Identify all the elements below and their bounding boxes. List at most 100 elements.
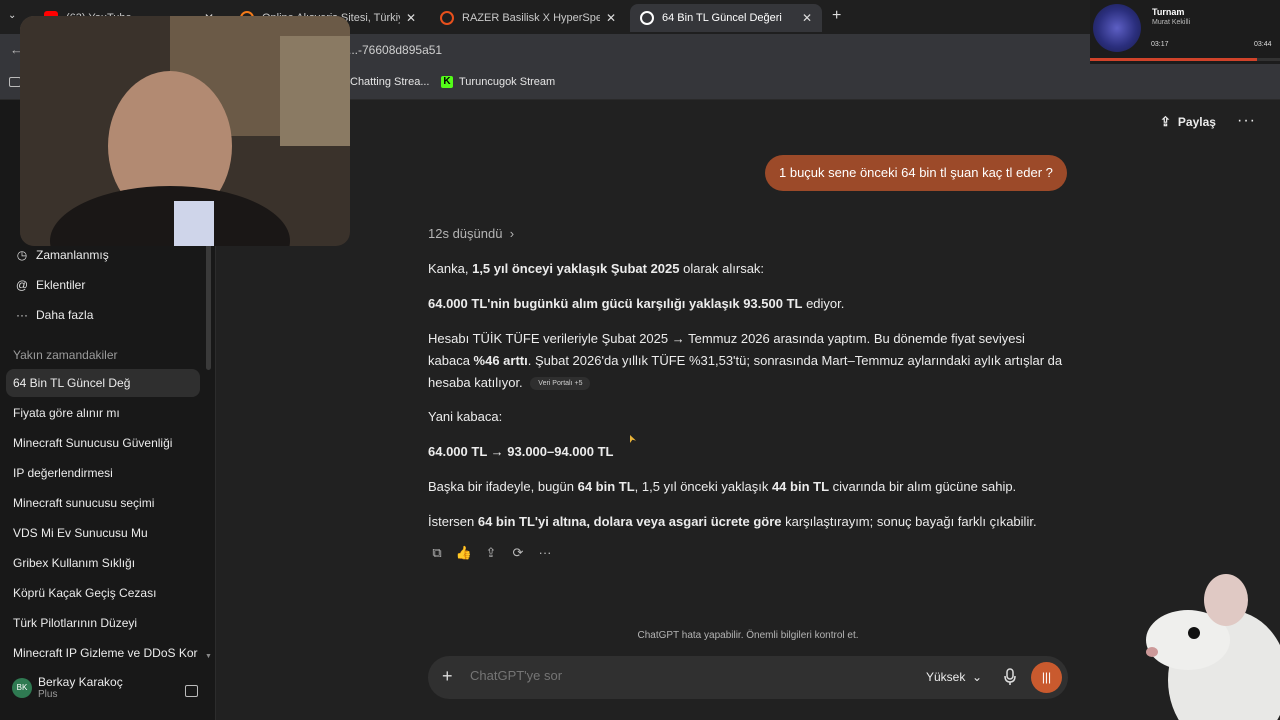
copy-icon[interactable]: ⧉: [428, 545, 446, 561]
song-title: Turnam: [1152, 7, 1185, 17]
bold-text: 64.000 TL → 93.000–94.000 TL: [428, 444, 614, 459]
song-artist: Murat Kekilli: [1152, 19, 1191, 26]
avatar: BK: [12, 677, 32, 698]
dots-icon: ···: [16, 308, 28, 322]
tab-razer[interactable]: RAZER Basilisk X HyperSpeed 1... ✕: [430, 4, 626, 32]
chatgpt-icon: [640, 11, 654, 25]
user-plan: Plus: [38, 689, 58, 700]
bookmark-label: Chatting Strea...: [350, 76, 430, 88]
answer-paragraph: Başka bir ifadeyle, bugün 64 bin TL, 1,5…: [428, 476, 1068, 498]
chat-item[interactable]: 64 Bin TL Güncel Değ: [6, 369, 200, 397]
share-icon[interactable]: ⇪: [482, 545, 500, 561]
voice-mode-button[interactable]: |||: [1031, 662, 1062, 693]
new-tab-button[interactable]: +: [832, 7, 841, 25]
chevron-right-icon: ›: [506, 226, 515, 241]
composer: + Yüksek ⌄ |||: [428, 656, 1068, 699]
webcam-image: [20, 16, 350, 246]
text: Kanka,: [428, 261, 473, 276]
thought-label: 12s düşündü: [428, 226, 503, 241]
sidebar-item-label: Zamanlanmış: [36, 248, 109, 262]
song-progress-bar: [1090, 58, 1280, 61]
at-icon: @: [15, 278, 29, 292]
chat-item[interactable]: Minecraft Sunucusu Güvenliği: [6, 429, 200, 457]
mouse-mascot-overlay: [1146, 574, 1280, 720]
tab-title: 64 Bin TL Güncel Değeri: [662, 12, 782, 24]
chat-item[interactable]: VDS Mi Ev Sunucusu Mu: [6, 519, 200, 547]
more-options-button[interactable]: ···: [1237, 112, 1256, 130]
total-time: 03:44: [1254, 41, 1272, 48]
attach-plus-button[interactable]: +: [442, 666, 453, 687]
text: İstersen: [428, 514, 478, 529]
chat-item[interactable]: Türk Pilotlarının Düzeyi: [6, 609, 200, 637]
song-progress-fill: [1090, 58, 1258, 61]
site-icon: [440, 11, 454, 25]
answer-paragraph: 64.000 TL'nin bugünkü alım gücü karşılığ…: [428, 293, 1068, 315]
user-name: Berkay Karakoç: [38, 675, 123, 689]
answer-paragraph: 64.000 TL → 93.000–94.000 TL: [428, 441, 1068, 463]
tab-title: RAZER Basilisk X HyperSpeed 1...: [462, 12, 600, 24]
chat-item[interactable]: Minecraft sunucusu seçimi: [6, 489, 200, 517]
bold-text: 64 bin TL: [577, 479, 635, 494]
close-icon[interactable]: ✕: [606, 11, 616, 25]
answer-paragraph: Hesabı TÜİK TÜFE verileriyle Şubat 2025 …: [428, 328, 1068, 394]
bold-text: 64 bin TL'yi altına, dolara veya asgari …: [477, 514, 782, 529]
music-player-overlay: Turnam Murat Kekilli 03:17 03:44: [1090, 0, 1280, 64]
album-cover: [1093, 4, 1141, 52]
webcam-overlay: [20, 16, 350, 246]
share-button[interactable]: ⇪ Paylaş: [1160, 114, 1216, 130]
bookmark-chatting-stream[interactable]: Chatting Strea...: [350, 76, 430, 88]
bold-text: 1,5 yıl önceyi yaklaşık Şubat 2025: [472, 261, 680, 276]
text: karşılaştırayım; sonuç bayağı farklı çık…: [781, 514, 1037, 529]
chat-item[interactable]: Gribex Kullanım Sıklığı: [6, 549, 200, 577]
share-label: Paylaş: [1177, 115, 1216, 129]
clock-icon: ◷: [16, 248, 28, 262]
sidebar-item-label: Daha fazla: [36, 308, 94, 322]
text: Başka bir ifadeyle, bugün: [428, 479, 578, 494]
close-icon[interactable]: ✕: [406, 11, 416, 25]
message-input[interactable]: [470, 668, 770, 683]
source-citation-chip[interactable]: Veri Portalı +5: [530, 377, 591, 391]
kick-icon: K: [441, 76, 453, 88]
text: , 1,5 yıl önceki yaklaşık: [634, 479, 772, 494]
answer-paragraph: Kanka, 1,5 yıl önceyi yaklaşık Şubat 202…: [428, 258, 1068, 280]
chat-item[interactable]: Minecraft IP Gizleme ve DDoS Kor: [6, 639, 200, 667]
answer-paragraph: Yani kabaca:: [428, 409, 503, 424]
chat-item[interactable]: Köprü Kaçak Geçiş Cezası: [6, 579, 200, 607]
microphone-icon[interactable]: [1003, 668, 1017, 686]
sidebar-item-scheduled[interactable]: ◷ Zamanlanmış: [14, 248, 109, 262]
sidebar-scrollbar[interactable]: [206, 230, 211, 370]
share-icon: ⇪: [1160, 114, 1171, 129]
sidebar-item-more[interactable]: ··· Daha fazla: [14, 308, 93, 322]
text: olarak alırsak:: [679, 261, 765, 276]
scroll-down-icon[interactable]: ▼: [205, 653, 212, 660]
url-field[interactable]: ...-76608d895a51: [348, 43, 442, 57]
sidebar-item-extensions[interactable]: @ Eklentiler: [14, 278, 85, 292]
model-label: Yüksek: [926, 670, 966, 684]
message-actions: ⧉ 👍 ⇪ ⟳ ···: [428, 545, 563, 561]
chat-item[interactable]: Fiyata göre alınır mı: [6, 399, 200, 427]
thought-toggle[interactable]: 12s düşündü ›: [428, 226, 514, 241]
close-icon[interactable]: ✕: [802, 11, 812, 25]
thumbs-icon[interactable]: 👍: [455, 545, 473, 561]
user-profile[interactable]: BK Berkay Karakoç Plus: [12, 675, 123, 700]
text: ediyor.: [802, 296, 845, 311]
regenerate-icon[interactable]: ⟳: [509, 545, 527, 561]
user-message: 1 buçuk sene önceki 64 bin tl şuan kaç t…: [765, 155, 1067, 191]
library-icon[interactable]: [185, 685, 198, 697]
bookmark-turuncugok[interactable]: K Turuncugok Stream: [441, 76, 555, 88]
chevron-down-icon: ⌄: [968, 670, 983, 684]
recent-chats-heading: Yakın zamandakiler: [13, 348, 118, 362]
bold-text: %46 arttı: [473, 353, 528, 368]
answer-paragraph: İstersen 64 bin TL'yi altına, dolara vey…: [428, 511, 1068, 533]
chat-item[interactable]: IP değerlendirmesi: [6, 459, 200, 487]
tab-chatgpt[interactable]: 64 Bin TL Güncel Değeri ✕: [630, 4, 822, 32]
bold-text: 64.000 TL'nin bugünkü alım gücü karşılığ…: [428, 296, 803, 311]
more-icon[interactable]: ···: [536, 545, 554, 561]
bold-text: 44 bin TL: [771, 479, 830, 494]
disclaimer: ChatGPT hata yapabilir. Önemli bilgileri…: [637, 630, 859, 641]
text: civarında bir alım gücüne sahip.: [829, 479, 1017, 494]
bookmark-label: Turuncugok Stream: [459, 76, 556, 88]
model-selector[interactable]: Yüksek ⌄: [926, 670, 982, 684]
sidebar-item-label: Eklentiler: [36, 278, 86, 292]
elapsed-time: 03:17: [1151, 41, 1169, 48]
